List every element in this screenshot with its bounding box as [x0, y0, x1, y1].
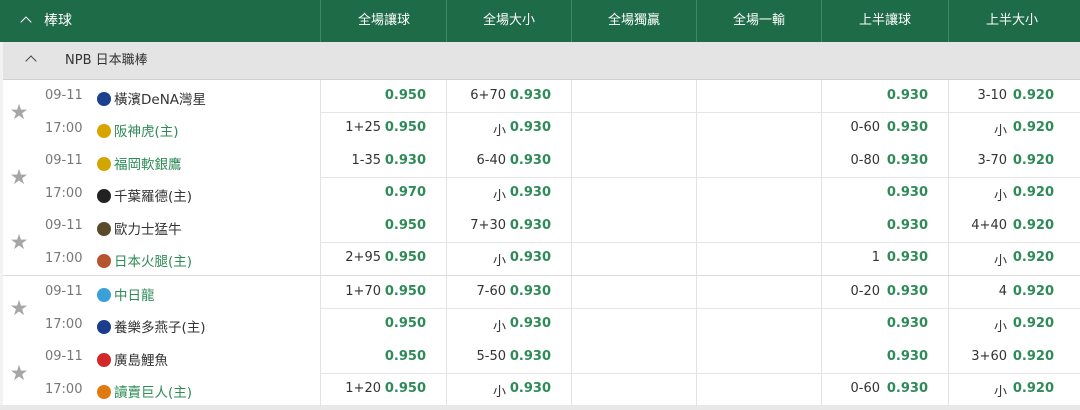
odds-value[interactable]: 0.920 [1013, 218, 1054, 233]
odds-half-over-under[interactable]: 0.920 [3, 316, 1054, 332]
match-row: ★ 09-11 17:00 福岡軟銀鷹 千葉羅德(主) 1-35 0.930 0.970 6-4… [3, 145, 1080, 211]
col-header-full-moneyline[interactable]: 全場獨贏 [572, 0, 696, 42]
sport-toggle[interactable]: 棒球 [20, 0, 72, 42]
star-icon[interactable]: ★ [9, 298, 29, 319]
match-row: ★ 09-11 17:00 中日龍 養樂多燕子(主) 1+70 0.950 0.950 7-60… [3, 276, 1080, 342]
odds-half-over-under[interactable]: 0.920 [3, 349, 1054, 365]
odds-half-over-under[interactable]: 0.920 [3, 153, 1054, 169]
odds-half-over-under[interactable]: 0.920 [3, 185, 1054, 201]
odds-value[interactable]: 0.920 [1013, 381, 1054, 396]
row-divider [320, 177, 1080, 178]
star-icon[interactable]: ★ [9, 232, 29, 253]
col-header-full-one-lose[interactable]: 全場一輸 [697, 0, 821, 42]
star-icon[interactable]: ★ [9, 363, 29, 384]
odds-value[interactable]: 0.920 [1013, 88, 1054, 103]
match-row: ★ 09-11 17:00 歐力士猛牛 日本火腿(主) 0.950 2+95 0.950 7+3… [3, 210, 1080, 276]
star-icon[interactable]: ★ [9, 167, 29, 188]
odds-value[interactable]: 0.920 [1013, 120, 1054, 135]
odds-half-over-under[interactable]: 0.920 [3, 381, 1054, 397]
match-row: ★ 09-11 17:00 廣島鯉魚 讀賣巨人(主) 0.950 1+20 0.950 5-50… [3, 341, 1080, 407]
odds-value[interactable]: 0.920 [1013, 349, 1054, 364]
odds-value[interactable]: 0.920 [1013, 185, 1054, 200]
row-divider [320, 373, 1080, 374]
star-icon[interactable]: ★ [9, 102, 29, 123]
sport-title: 棒球 [44, 13, 72, 29]
table-bottom-border [0, 405, 1080, 410]
row-divider [320, 112, 1080, 113]
chevron-up-icon [20, 16, 32, 28]
sportsbook-table: 棒球 全場讓球 全場大小 全場獨贏 全場一輸 上半讓球 上半大小 NPB 日本職… [0, 0, 1080, 410]
odds-half-over-under[interactable]: 0.920 [3, 250, 1054, 266]
col-header-full-over-under[interactable]: 全場大小 [447, 0, 571, 42]
odds-value[interactable]: 0.920 [1013, 153, 1054, 168]
col-header-half-handicap[interactable]: 上半讓球 [822, 0, 948, 42]
odds-value[interactable]: 0.920 [1013, 250, 1054, 265]
match-row: ★ 09-11 17:00 橫濱DeNA灣星 阪神虎(主) 0.950 1+25 0.950 6… [3, 80, 1080, 146]
table-header: 棒球 全場讓球 全場大小 全場獨贏 全場一輸 上半讓球 上半大小 [0, 0, 1080, 42]
row-divider [320, 308, 1080, 309]
odds-value[interactable]: 0.920 [1013, 284, 1054, 299]
league-bar[interactable]: NPB 日本職棒 [3, 42, 1080, 80]
odds-value[interactable]: 0.920 [1013, 316, 1054, 331]
odds-half-over-under[interactable]: 0.920 [3, 284, 1054, 300]
odds-half-over-under[interactable]: 0.920 [3, 88, 1054, 104]
row-divider [320, 242, 1080, 243]
col-header-half-over-under[interactable]: 上半大小 [949, 0, 1075, 42]
odds-half-over-under[interactable]: 0.920 [3, 218, 1054, 234]
odds-half-over-under[interactable]: 0.920 [3, 120, 1054, 136]
col-header-full-handicap[interactable]: 全場讓球 [321, 0, 447, 42]
chevron-up-icon [25, 55, 37, 67]
league-name: NPB 日本職棒 [65, 53, 148, 68]
